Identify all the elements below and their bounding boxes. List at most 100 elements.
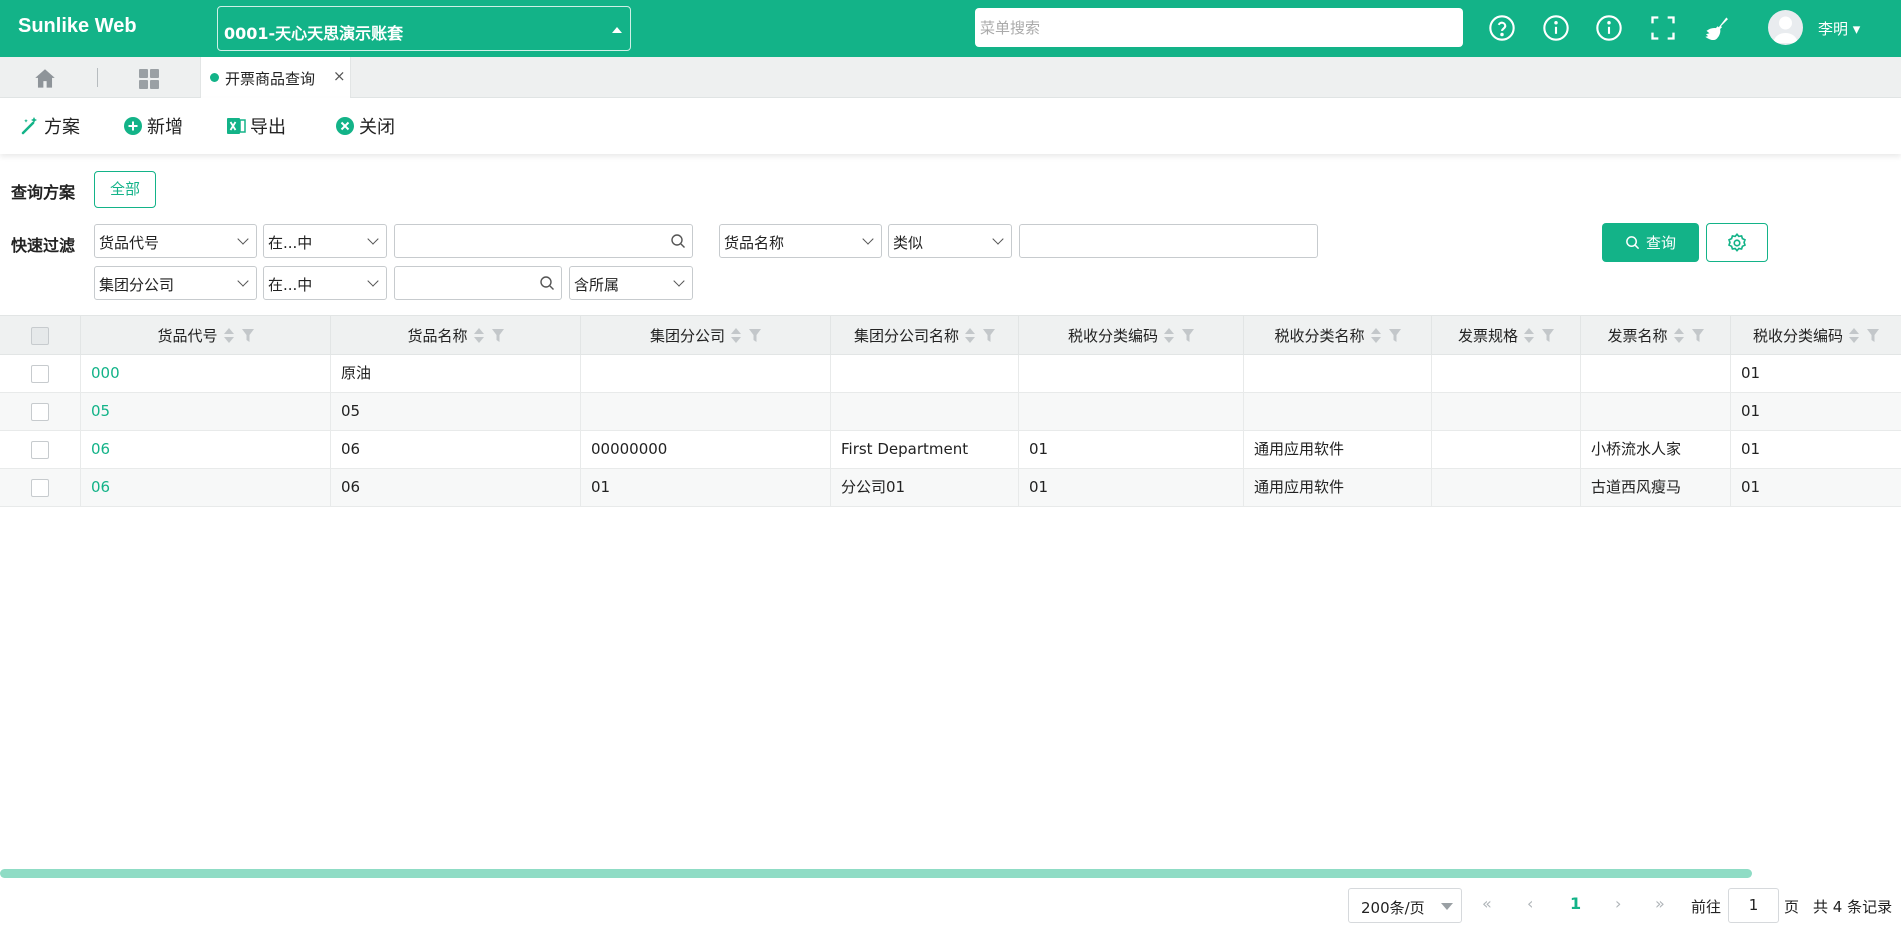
filter-icon[interactable] (491, 329, 504, 342)
next-page-icon[interactable]: › (1615, 894, 1621, 913)
sort-icon[interactable] (731, 327, 741, 344)
column-header[interactable]: 货品代号 (81, 316, 331, 355)
tab-invoice-goods-query[interactable]: 开票商品查询 × (200, 57, 351, 98)
prev-page-icon[interactable]: ‹ (1527, 894, 1533, 913)
settings-button[interactable] (1706, 223, 1768, 262)
table-row[interactable]: 06 06 00000000 First Department 01 通用应用软… (0, 431, 1901, 469)
filter-operator-select[interactable]: 在...中 (263, 266, 387, 300)
broom-icon[interactable] (1703, 14, 1731, 42)
query-button[interactable]: 查询 (1602, 223, 1699, 262)
row-checkbox[interactable] (31, 402, 49, 421)
filter-operator-select[interactable]: 类似 (888, 224, 1012, 258)
goods-code-link[interactable]: 05 (81, 393, 331, 430)
filter-field-select[interactable]: 货品名称 (719, 224, 882, 258)
table-cell: 06 (331, 469, 581, 506)
scope-select[interactable]: 含所属 (569, 266, 693, 300)
goods-code-link[interactable]: 000 (81, 355, 331, 392)
table-cell (831, 393, 1019, 430)
filter-icon[interactable] (1182, 329, 1194, 342)
filter-field-value: 集团分公司 (99, 276, 175, 294)
sort-icon[interactable] (1849, 327, 1859, 344)
row-checkbox[interactable] (31, 440, 49, 459)
column-header[interactable]: 税收分类编码 (1019, 316, 1244, 355)
column-header[interactable]: 集团分公司名称 (831, 316, 1019, 355)
current-page-number[interactable]: 1 (1570, 894, 1581, 913)
page-size-select[interactable]: 200条/页 (1348, 888, 1462, 923)
table-cell (1432, 393, 1581, 430)
chevron-down-icon (367, 233, 379, 245)
filter-icon[interactable] (1867, 329, 1879, 342)
fullscreen-icon[interactable] (1649, 14, 1677, 42)
scheme-label: 方案 (44, 117, 80, 138)
table-row[interactable]: 000 原油 01 (0, 355, 1901, 393)
goods-code-link[interactable]: 06 (81, 431, 331, 468)
caret-up-icon (612, 27, 622, 33)
home-icon[interactable] (32, 66, 58, 92)
filter-operator-value: 在...中 (268, 234, 313, 252)
apps-grid-icon[interactable] (137, 67, 161, 91)
filter-value-input[interactable] (394, 266, 562, 300)
table-cell: 古道西风瘦马 (1581, 469, 1731, 506)
active-dot-icon (210, 73, 219, 82)
info-icon[interactable] (1542, 14, 1570, 42)
sort-icon[interactable] (473, 327, 484, 344)
search-icon[interactable] (670, 233, 686, 249)
filter-operator-select[interactable]: 在...中 (263, 224, 387, 258)
table-cell: 00000000 (581, 431, 831, 468)
table-row[interactable]: 05 05 01 (0, 393, 1901, 431)
sort-icon[interactable] (1370, 327, 1381, 344)
search-icon[interactable] (539, 275, 555, 291)
filter-field-select[interactable]: 集团分公司 (94, 266, 257, 300)
table-cell: 通用应用软件 (1244, 431, 1432, 468)
table-cell: 小桥流水人家 (1581, 431, 1731, 468)
help-circle-icon[interactable] (1488, 14, 1516, 42)
column-header[interactable]: 税收分类名称 (1244, 316, 1432, 355)
search-icon (1626, 236, 1640, 250)
user-menu[interactable]: 李明 ▾ (1818, 18, 1860, 39)
menu-search-input[interactable]: 菜单搜索 (975, 8, 1463, 47)
table-row[interactable]: 06 06 01 分公司01 01 通用应用软件 古道西风瘦马 01 (0, 469, 1901, 507)
sort-icon[interactable] (1524, 327, 1534, 344)
row-checkbox[interactable] (31, 478, 49, 497)
filter-value-input[interactable] (1019, 224, 1318, 258)
filter-icon[interactable] (749, 329, 761, 342)
column-header[interactable]: 发票名称 (1581, 316, 1731, 355)
filter-icon[interactable] (1542, 329, 1554, 342)
column-header[interactable]: 货品名称 (331, 316, 581, 355)
table-cell (1581, 393, 1731, 430)
plus-circle-icon (123, 116, 143, 136)
scheme-all-chip[interactable]: 全部 (94, 171, 156, 208)
sort-icon[interactable] (965, 327, 975, 344)
sort-icon[interactable] (1673, 327, 1684, 344)
filter-icon[interactable] (1388, 329, 1401, 342)
last-page-icon[interactable]: » (1655, 894, 1665, 913)
account-selector[interactable]: 0001-天心天思演示账套 (217, 6, 631, 51)
select-all-checkbox[interactable] (31, 326, 49, 345)
close-tab-icon[interactable]: × (333, 67, 346, 85)
sort-icon[interactable] (1164, 327, 1174, 344)
add-button[interactable]: 新增 (123, 113, 183, 139)
scheme-button[interactable]: 方案 (20, 113, 80, 139)
goods-code-link[interactable]: 06 (81, 469, 331, 506)
export-button[interactable]: 导出 (226, 113, 286, 139)
horizontal-scrollbar[interactable] (0, 869, 1752, 878)
filter-icon[interactable] (1691, 329, 1704, 342)
sort-icon[interactable] (223, 327, 234, 344)
filter-icon[interactable] (241, 329, 254, 342)
goto-page-input[interactable]: 1 (1728, 888, 1779, 923)
table-cell: 01 (1741, 402, 1761, 420)
filter-field-select[interactable]: 货品代号 (94, 224, 257, 258)
table-cell: 01 (1741, 364, 1761, 382)
close-button[interactable]: 关闭 (335, 113, 395, 139)
table-cell: 原油 (331, 355, 581, 392)
column-header[interactable]: 集团分公司 (581, 316, 831, 355)
row-checkbox[interactable] (31, 364, 49, 383)
column-header[interactable]: 发票规格 (1432, 316, 1581, 355)
avatar[interactable] (1768, 10, 1803, 45)
filter-value-input[interactable] (394, 224, 693, 258)
filter-operator-value: 类似 (893, 234, 924, 252)
column-header[interactable]: 税收分类编码 (1731, 316, 1901, 355)
first-page-icon[interactable]: « (1482, 894, 1492, 913)
filter-icon[interactable] (983, 329, 995, 342)
info-icon[interactable] (1595, 14, 1623, 42)
